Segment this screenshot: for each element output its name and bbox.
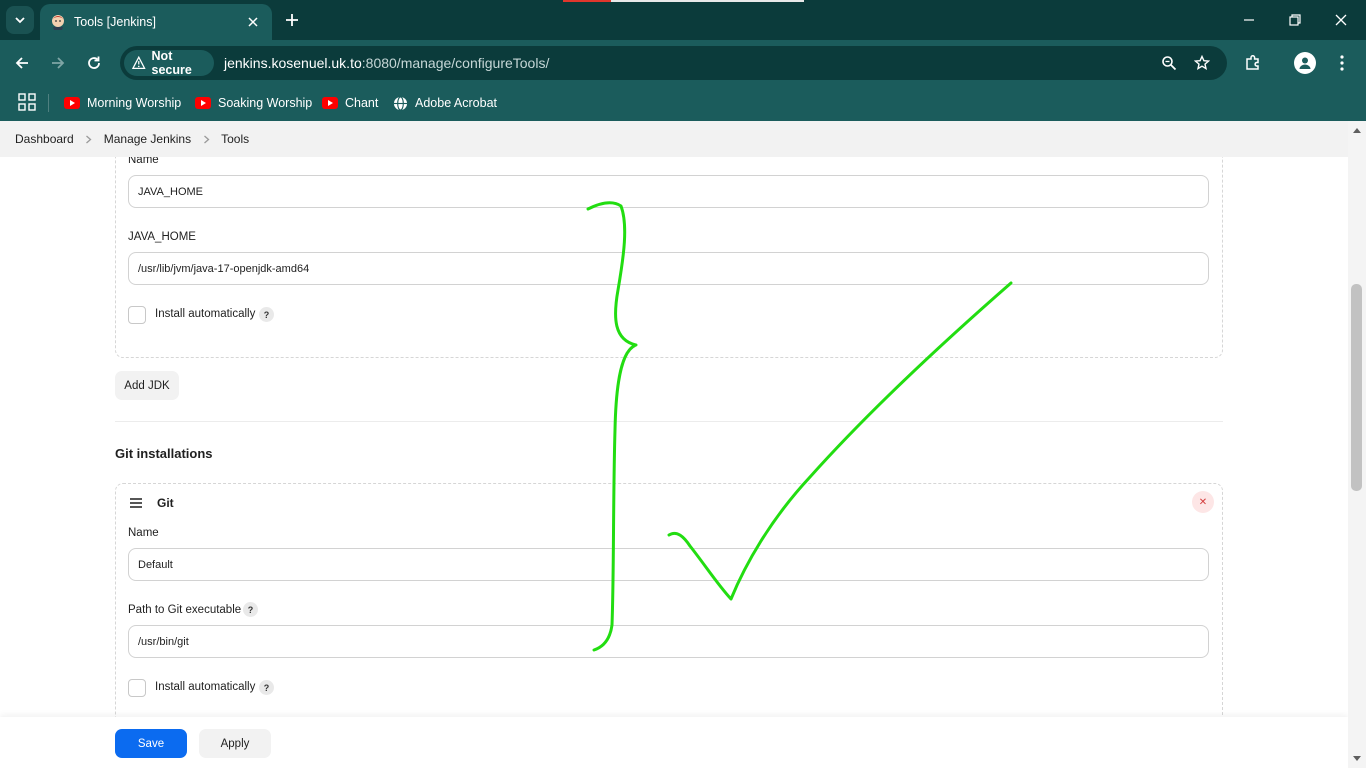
section-divider: [115, 421, 1223, 422]
bookmark-label: Soaking Worship: [218, 96, 313, 110]
reload-button[interactable]: [82, 51, 106, 75]
help-icon[interactable]: ?: [259, 680, 274, 695]
browser-tab[interactable]: Tools [Jenkins]: [40, 4, 272, 40]
warning-icon: [132, 56, 146, 69]
tab-indicator: [611, 0, 804, 2]
tools-config-page: Name JAVA_HOME JAVA_HOME /usr/lib/jvm/ja…: [0, 157, 1348, 717]
jenkins-favicon-icon: [52, 15, 64, 30]
security-chip[interactable]: Not secure: [124, 49, 214, 77]
jdk-home-input[interactable]: /usr/lib/jvm/java-17-openjdk-amd64: [128, 252, 1209, 285]
browser-toolbar: Not secure jenkins.kosenuel.uk.to:8080/m…: [0, 40, 1366, 86]
bookmark-morning-worship[interactable]: Morning Worship: [64, 92, 181, 114]
close-icon: [1335, 14, 1347, 26]
scroll-thumb[interactable]: [1351, 284, 1362, 491]
git-install-automatically-checkbox[interactable]: [128, 679, 146, 697]
restore-icon: [1289, 14, 1301, 26]
tab-indicator: [563, 0, 611, 2]
star-icon: [1194, 55, 1210, 71]
back-button[interactable]: [10, 51, 34, 75]
drag-handle-icon[interactable]: [129, 498, 143, 508]
plus-icon: [286, 14, 298, 26]
delete-git-button[interactable]: ✕: [1192, 491, 1214, 513]
extensions-button[interactable]: [1242, 52, 1264, 74]
search-zoom-icon: [1162, 56, 1177, 71]
zoom-button[interactable]: [1159, 53, 1179, 73]
git-section-title: Git installations: [115, 446, 213, 461]
address-bar[interactable]: Not secure jenkins.kosenuel.uk.to:8080/m…: [120, 46, 1227, 80]
globe-icon: [393, 95, 408, 111]
puzzle-icon: [1246, 54, 1259, 70]
bookmark-star-button[interactable]: [1192, 53, 1212, 73]
page-scrollbar[interactable]: [1348, 121, 1366, 768]
breadcrumb-tools[interactable]: Tools: [221, 132, 249, 146]
save-button[interactable]: Save: [115, 729, 187, 758]
url-text[interactable]: jenkins.kosenuel.uk.to:8080/manage/confi…: [224, 55, 549, 71]
url-path: :8080/manage/configureTools/: [361, 55, 550, 71]
apps-grid-icon[interactable]: [18, 93, 36, 111]
git-name-label: Name: [128, 527, 159, 539]
minimize-button[interactable]: [1239, 10, 1259, 30]
scroll-down-icon[interactable]: [1352, 754, 1362, 764]
tab-title: Tools [Jenkins]: [74, 15, 156, 29]
git-name-input[interactable]: Default: [128, 548, 1209, 581]
breadcrumb-manage-jenkins[interactable]: Manage Jenkins: [104, 132, 191, 146]
tab-search-button[interactable]: [6, 6, 34, 34]
apply-button[interactable]: Apply: [199, 729, 271, 758]
minimize-icon: [1244, 19, 1254, 21]
bookmarks-divider: [48, 94, 49, 112]
tab-close-icon[interactable]: [244, 13, 262, 31]
restore-button[interactable]: [1285, 10, 1305, 30]
jdk-install-automatically-label: Install automatically: [155, 308, 256, 320]
bookmark-chant[interactable]: Chant: [322, 92, 378, 114]
help-icon[interactable]: ?: [259, 307, 274, 322]
chevron-down-icon: [15, 17, 25, 24]
chevron-right-icon: [84, 134, 94, 144]
bookmark-adobe-acrobat[interactable]: Adobe Acrobat: [393, 92, 497, 114]
git-installation-box: [115, 483, 1223, 717]
more-vertical-icon: [1340, 55, 1344, 71]
git-item-title: Git: [157, 496, 174, 510]
bookmark-label: Chant: [345, 96, 379, 110]
breadcrumb-dashboard[interactable]: Dashboard: [15, 132, 74, 146]
git-path-label: Path to Git executable: [128, 604, 242, 616]
breadcrumb: Dashboard Manage Jenkins Tools: [0, 121, 1348, 157]
youtube-icon: [64, 97, 80, 109]
add-jdk-button[interactable]: Add JDK: [115, 371, 179, 400]
avatar-icon: [1299, 57, 1311, 69]
close-window-button[interactable]: [1331, 10, 1351, 30]
youtube-icon: [195, 97, 211, 109]
profile-button[interactable]: [1294, 52, 1316, 74]
reload-icon: [88, 56, 100, 69]
jdk-home-label: JAVA_HOME: [128, 231, 196, 243]
forward-button[interactable]: [46, 51, 70, 75]
browser-menu-button[interactable]: [1331, 52, 1353, 74]
new-tab-button[interactable]: [282, 10, 302, 30]
bookmarks-bar: Morning Worship Soaking Worship Chant Ad…: [0, 86, 1366, 121]
git-install-automatically-label: Install automatically: [155, 681, 256, 693]
bottom-action-bar: Save Apply: [0, 717, 1348, 768]
git-path-input[interactable]: /usr/bin/git: [128, 625, 1209, 658]
browser-titlebar: Tools [Jenkins]: [0, 0, 1366, 40]
jdk-install-automatically-checkbox[interactable]: [128, 306, 146, 324]
jdk-name-input[interactable]: JAVA_HOME: [128, 175, 1209, 208]
close-icon: ✕: [1198, 496, 1208, 508]
jdk-name-label: Name: [128, 157, 159, 166]
bookmark-label: Adobe Acrobat: [415, 96, 498, 110]
youtube-icon: [322, 97, 338, 109]
url-host: jenkins.kosenuel.uk.to: [224, 55, 362, 71]
bookmark-label: Morning Worship: [87, 96, 182, 110]
security-label: Not secure: [151, 49, 192, 77]
bookmark-soaking-worship[interactable]: Soaking Worship: [195, 92, 312, 114]
help-icon[interactable]: ?: [243, 602, 258, 617]
chevron-right-icon: [201, 134, 211, 144]
arrow-right-icon: [52, 57, 65, 69]
scroll-up-icon[interactable]: [1352, 125, 1362, 135]
arrow-left-icon: [15, 57, 28, 69]
